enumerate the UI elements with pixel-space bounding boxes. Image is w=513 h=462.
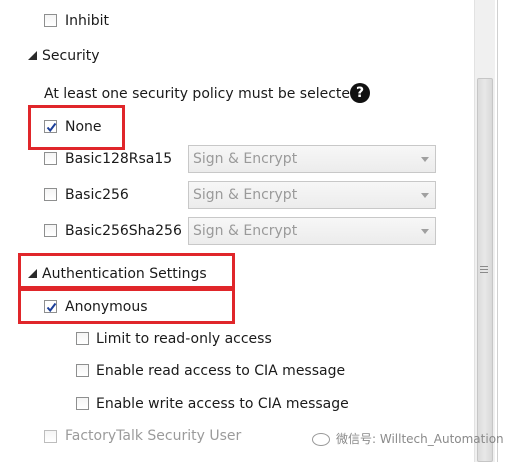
window-edge: [497, 0, 513, 462]
policy-basic256sha256-label: Basic256Sha256: [65, 223, 182, 239]
factorytalk-checkbox[interactable]: [44, 430, 57, 443]
policy-basic256sha256-mode-select[interactable]: Sign & Encrypt: [188, 217, 436, 245]
policy-basic128rsa15-mode-select[interactable]: Sign & Encrypt: [188, 145, 436, 173]
highlight-box-auth-heading: [18, 253, 235, 289]
policy-basic256sha256-checkbox[interactable]: [44, 224, 57, 237]
cia-read-label: Enable read access to CIA message: [96, 363, 346, 379]
scrollbar-grip-icon: [480, 269, 488, 270]
watermark-text: 微信号: Willtech_Automation: [336, 432, 504, 446]
policy-note: At least one security policy must be sel…: [44, 86, 364, 102]
chevron-down-icon: [421, 157, 429, 162]
select-value: Sign & Encrypt: [193, 223, 298, 239]
policy-basic128rsa15-checkbox[interactable]: [44, 152, 57, 165]
factorytalk-label: FactoryTalk Security User: [65, 428, 242, 444]
select-value: Sign & Encrypt: [193, 187, 298, 203]
cia-read-checkbox[interactable]: [76, 364, 89, 377]
inhibit-checkbox[interactable]: [44, 14, 57, 27]
security-heading: Security: [42, 48, 100, 64]
chevron-down-icon: [421, 193, 429, 198]
select-value: Sign & Encrypt: [193, 151, 298, 167]
collapse-triangle-icon[interactable]: [28, 51, 37, 60]
policy-basic128rsa15-label: Basic128Rsa15: [65, 151, 173, 167]
read-only-label: Limit to read-only access: [96, 331, 272, 347]
inhibit-label: Inhibit: [65, 13, 110, 29]
wechat-icon: [312, 433, 330, 446]
cia-write-label: Enable write access to CIA message: [96, 396, 349, 412]
scrollbar-grip-icon: [480, 272, 488, 273]
scrollbar-thumb[interactable]: [477, 78, 493, 462]
highlight-box-none: [28, 105, 125, 150]
chevron-down-icon: [421, 229, 429, 234]
cia-write-checkbox[interactable]: [76, 397, 89, 410]
watermark: 微信号: Willtech_Automation: [312, 430, 504, 447]
question-circle-icon[interactable]: ?: [350, 83, 370, 103]
policy-basic256-mode-select[interactable]: Sign & Encrypt: [188, 181, 436, 209]
highlight-box-anonymous: [18, 288, 235, 324]
policy-basic256-label: Basic256: [65, 187, 129, 203]
policy-basic256-checkbox[interactable]: [44, 188, 57, 201]
scrollbar-grip-icon: [480, 266, 488, 267]
read-only-checkbox[interactable]: [76, 332, 89, 345]
